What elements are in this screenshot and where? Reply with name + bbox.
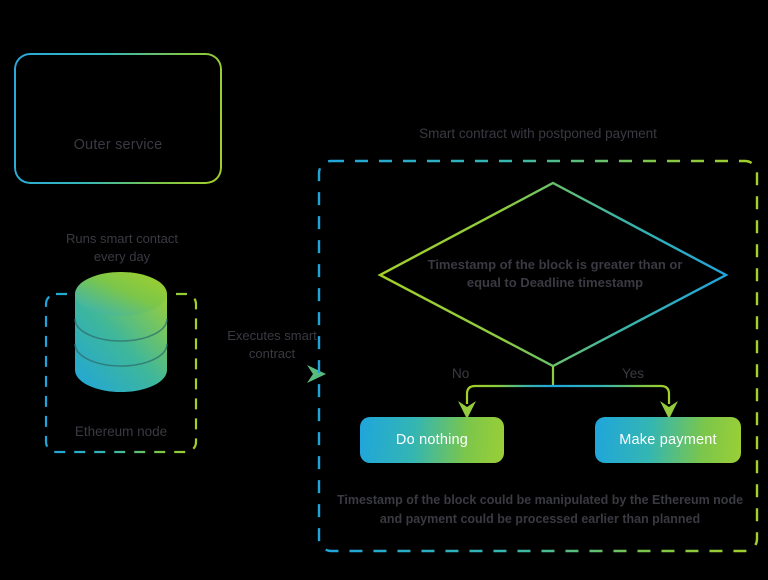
edge-label-runs-smart-contract: Runs smart contact every day <box>66 231 178 264</box>
ethereum-node-group[interactable]: Ethereum node <box>45 293 197 453</box>
smart-contract-title: Smart contract with postponed payment <box>419 126 657 141</box>
branch-label-no: No <box>452 366 470 381</box>
smart-contract-footnote: Timestamp of the block could be manipula… <box>336 493 744 526</box>
outer-service-label: Outer service <box>73 137 163 153</box>
branch-connectors <box>458 366 678 419</box>
branch-label-yes: Yes <box>622 366 645 381</box>
decision-text: Timestamp of the block is greater than o… <box>427 257 683 290</box>
edge-label-executes-smart-contract: Executes smart contract <box>227 328 317 361</box>
ethereum-node-label: Ethereum node <box>74 424 168 439</box>
do-nothing-button[interactable]: Do nothing <box>360 417 504 463</box>
edge-executes-smart-contract <box>197 365 326 383</box>
outer-service-card-border <box>14 53 222 184</box>
make-payment-button[interactable]: Make payment <box>595 417 741 463</box>
outer-service-card[interactable]: Outer service <box>14 53 222 184</box>
